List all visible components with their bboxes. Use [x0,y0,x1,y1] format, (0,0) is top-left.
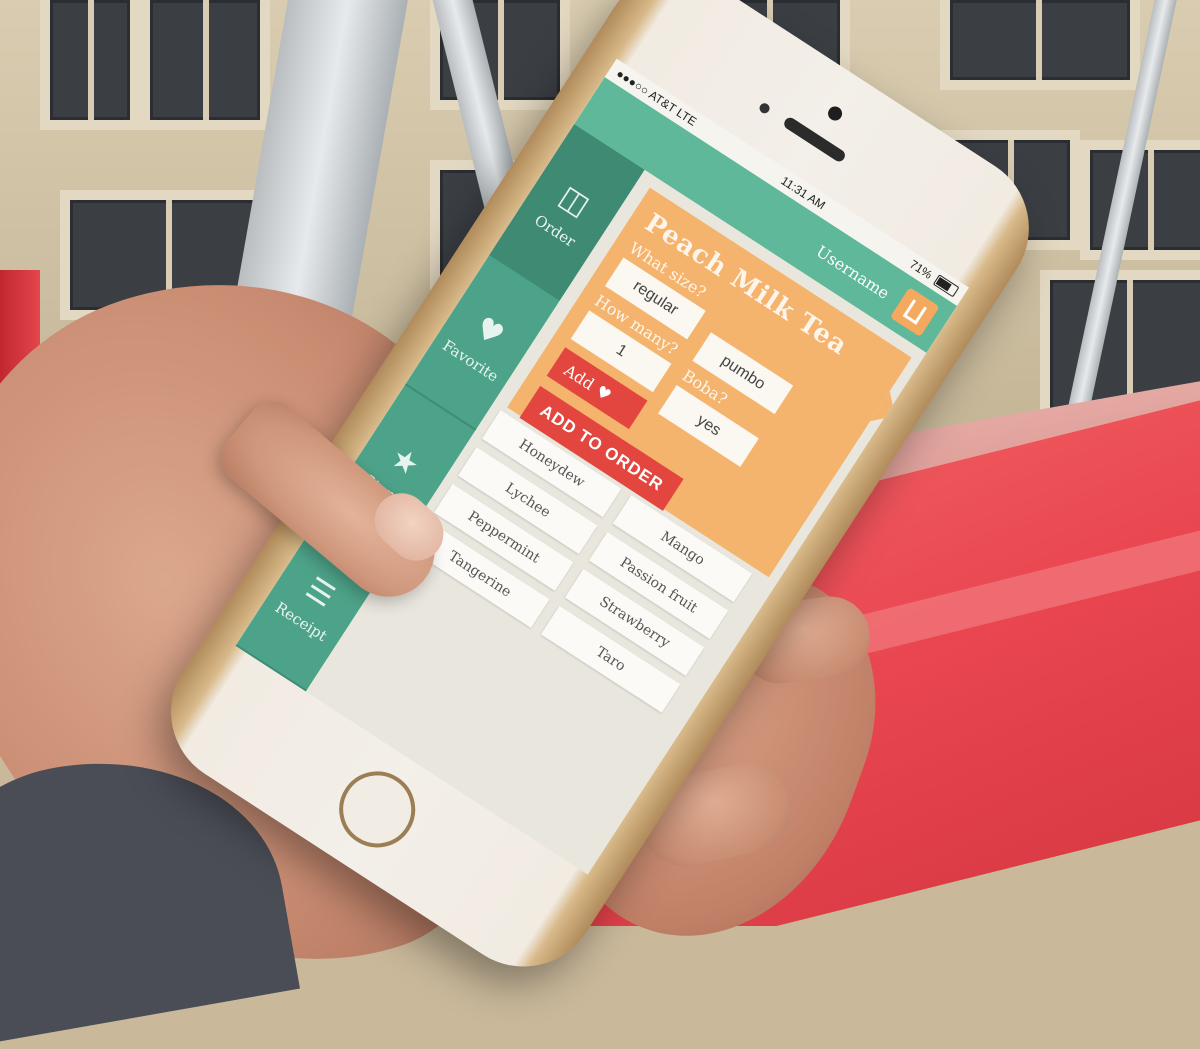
card-tail [870,391,905,432]
building-window [940,0,1140,90]
building-window [140,0,270,130]
add-favorite-label: Add [560,360,599,394]
front-camera-icon [825,103,845,124]
sensor-icon [757,101,772,116]
building-window [40,0,140,130]
cart-cup-icon[interactable] [889,287,940,337]
heart-icon: ♥ [592,380,616,405]
earpiece-speaker [781,115,848,164]
home-button[interactable] [324,756,430,862]
